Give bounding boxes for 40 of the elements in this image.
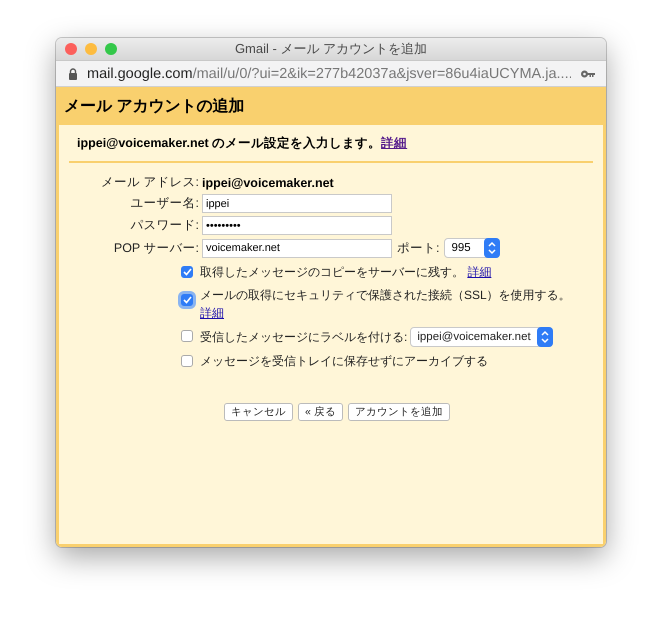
checkmark-icon (182, 268, 192, 276)
dialog-button[interactable]: « 戻る (298, 403, 343, 421)
url-path: /mail/u/0/?ui=2&ik=277b42037a&jsver=86u4iaUCYMA.ja.... (192, 66, 571, 82)
window-title: Gmail - メール アカウントを追加 (234, 40, 428, 58)
dialog-header: メール アカウントの追加 (59, 87, 603, 125)
option-label: メールの取得にセキュリティで保護された接続（SSL）を使用する。 詳細 (200, 287, 572, 322)
url-host: mail.google.com (87, 66, 193, 82)
dialog-button[interactable]: キャンセル (224, 403, 293, 421)
option-label: 受信したメッセージにラベルを付ける: (200, 329, 408, 346)
field-label: POP サーバー: (112, 240, 199, 256)
details-link[interactable]: 詳細 (381, 136, 408, 150)
close-button[interactable] (65, 43, 77, 55)
details-link[interactable]: 詳細 (467, 265, 492, 279)
port-label: ポート: (397, 240, 440, 256)
text-field[interactable]: ippei (202, 194, 392, 213)
checkbox[interactable] (181, 355, 193, 367)
lock-icon (68, 68, 78, 80)
checkbox[interactable] (181, 330, 193, 342)
field-label: メール アドレス: (100, 174, 199, 191)
address-bar[interactable]: mail.google.com/mail/u/0/?ui=2&ik=277b42037a&jsver=86u4iaUCYMA.ja.... (56, 61, 606, 87)
label-select[interactable]: ippei@voicemaker.net (410, 327, 554, 347)
stepper-icon (537, 327, 554, 347)
option-label: メッセージを受信トレイに保存せずにアーカイブする (200, 353, 488, 370)
dialog-button[interactable]: アカウントを追加 (348, 403, 450, 421)
text-field[interactable]: ••••••••• (202, 216, 392, 235)
stepper-icon (484, 238, 500, 258)
intro-text: ippei@voicemaker.net のメール設定を入力します。 (77, 136, 382, 150)
server-field[interactable]: voicemaker.net (202, 238, 392, 258)
checkbox[interactable] (181, 266, 193, 278)
field-label: ユーザー名: (130, 195, 199, 212)
details-link[interactable]: 詳細 (200, 306, 224, 320)
email-address: ippei@voicemaker.net (202, 176, 334, 190)
key-icon (580, 68, 596, 78)
field-label: パスワード: (130, 217, 199, 234)
option-label: 取得したメッセージのコピーをサーバーに残す。 詳細 (200, 264, 492, 281)
checkbox[interactable] (181, 294, 193, 306)
port-select[interactable]: 995 (444, 238, 500, 258)
minimize-button[interactable] (85, 43, 97, 55)
zoom-button[interactable] (105, 43, 117, 55)
checkmark-icon (182, 296, 192, 304)
